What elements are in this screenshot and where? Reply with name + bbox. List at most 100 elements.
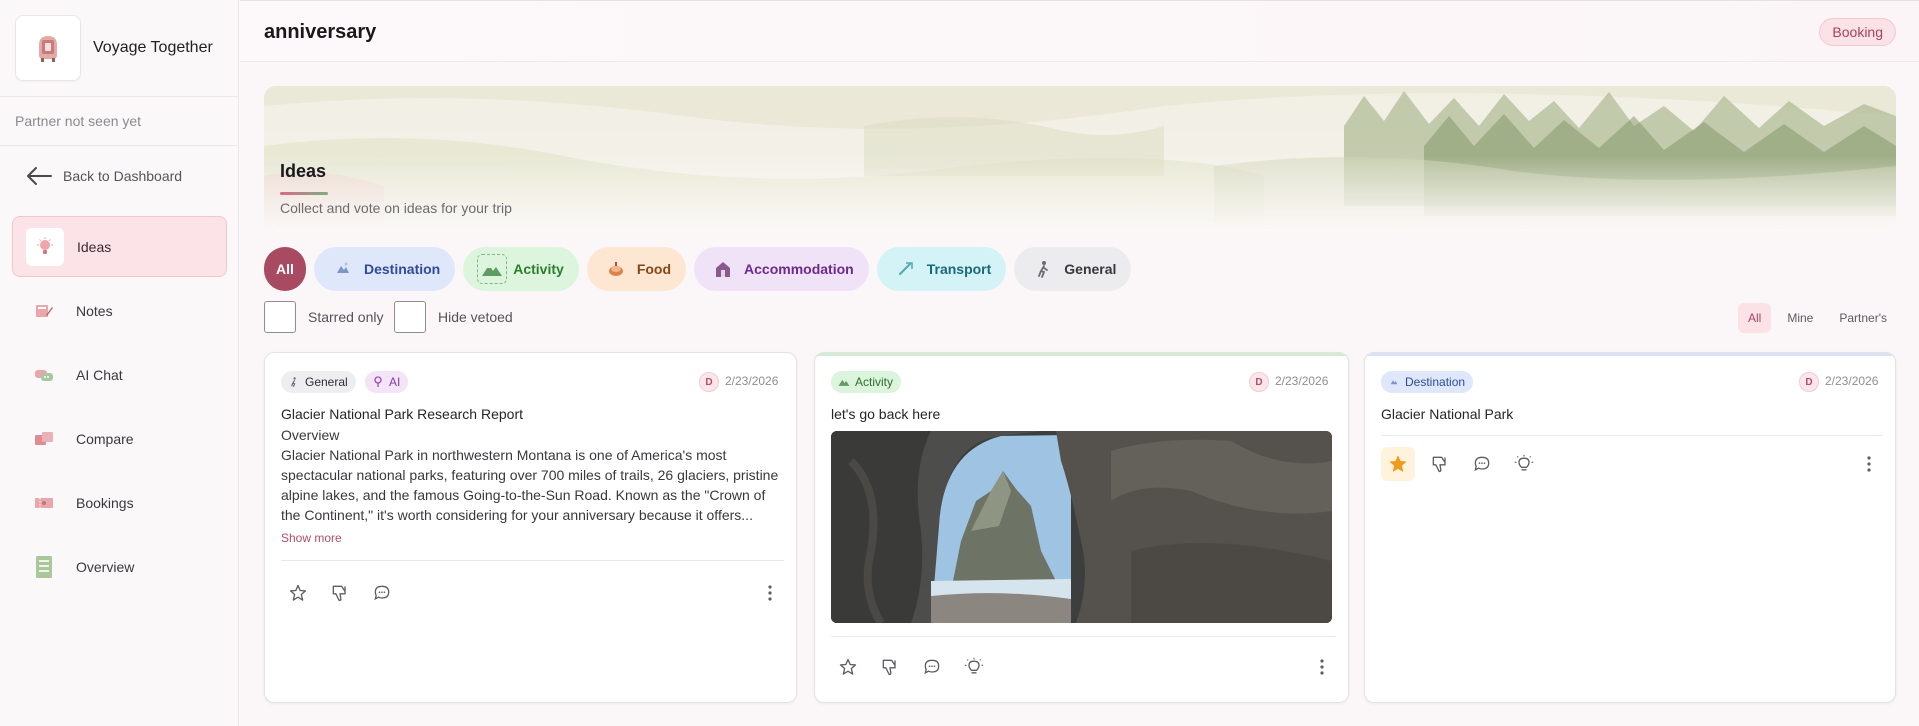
chip-label: General [1064,261,1117,277]
brand: Voyage Together [0,0,238,97]
avatar: D [699,372,719,392]
badge-label: AI [389,375,401,389]
comment-icon [1474,456,1490,472]
app-name: Voyage Together [93,39,213,56]
sidebar-item-label: AI Chat [76,366,123,383]
arrow-left-icon [27,167,52,185]
hiker-icon [287,375,301,389]
idea-lightbulb-button[interactable] [1507,447,1541,481]
category-filter-chips: All Destination Activity Food Accommodat… [264,247,1132,291]
section-subtitle: Collect and vote on ideas for your trip [280,200,512,216]
idea-lightbulb-button[interactable] [957,650,991,684]
hide-vetoed-checkbox[interactable]: Hide vetoed [394,301,513,333]
owner-filter-partners[interactable]: Partner's [1829,303,1897,333]
starred-only-checkbox[interactable]: Starred only [264,301,383,333]
card-actions [281,576,399,610]
sidebar: Voyage Together Partner not seen yet Bac… [0,0,239,726]
chip-label: Accommodation [744,261,854,277]
avatar: D [1249,372,1269,392]
sidebar-item-overview[interactable]: Overview [12,536,227,597]
star-button[interactable] [1381,447,1415,481]
idea-date: 2/23/2026 [1825,374,1879,388]
ideas-banner: Ideas Collect and vote on ideas for your… [264,86,1896,231]
divider [831,636,1336,637]
destination-icon [328,254,358,284]
section-title: Ideas [280,161,327,181]
partner-presence: Partner not seen yet [0,97,238,146]
filter-chip-accommodation[interactable]: Accommodation [694,247,869,291]
page-title: anniversary [264,21,377,43]
veto-button[interactable] [873,650,907,684]
comment-button[interactable] [915,650,949,684]
mountain-icon [477,254,508,284]
filter-chip-food[interactable]: Food [586,247,687,291]
idea-card[interactable]: General AI D 2/23/2026 Glacier National … [264,352,797,703]
more-options-icon[interactable] [758,576,782,610]
idea-body: Glacier National Park in northwestern Mo… [281,447,779,523]
checkbox-box[interactable] [394,301,426,333]
star-button[interactable] [281,576,315,610]
filter-chip-all[interactable]: All [264,247,306,291]
checkbox-label: Hide vetoed [438,309,513,325]
thumbs-down-icon [332,585,346,602]
chip-label: Food [636,261,672,277]
category-tag: General [281,371,356,393]
comment-icon [924,659,940,675]
tag-label: General [305,375,348,389]
lightbulb-icon [26,227,64,266]
house-icon [708,254,738,284]
booking-button[interactable]: Booking [1819,18,1896,46]
divider [1381,435,1883,436]
filter-chip-transport[interactable]: Transport [876,247,1007,291]
owner-filter-all[interactable]: All [1737,303,1772,333]
filter-chip-activity[interactable]: Activity [463,247,579,291]
thumbs-down-icon [1432,456,1446,473]
idea-card[interactable]: Destination D 2/23/2026 Glacier National… [1364,352,1896,703]
destination-icon [1387,375,1401,389]
comment-button[interactable] [365,576,399,610]
sidebar-item-label: Notes [76,302,113,319]
idea-title: Glacier National Park Research Report [281,406,523,422]
sidebar-item-label: Bookings [76,494,134,511]
checklist-icon [25,548,63,586]
sea-arch-image [831,431,1332,623]
checkbox-box[interactable] [264,301,296,333]
ticket-icon [25,484,63,522]
transport-icon [891,254,921,284]
veto-button[interactable] [1423,447,1457,481]
thumbs-down-icon [882,659,896,676]
checkbox-label: Starred only [308,309,384,325]
owner-filter: All Mine Partner's [1737,303,1897,333]
filter-chip-destination[interactable]: Destination [314,247,456,291]
hiker-icon [1028,254,1058,284]
star-button[interactable] [831,650,865,684]
more-options-icon[interactable] [1857,447,1881,481]
chat-bubbles-icon [25,356,63,394]
sidebar-item-ideas[interactable]: Ideas [12,216,227,277]
lightbulb-icon [1514,454,1534,471]
more-options-icon[interactable] [1310,650,1334,684]
notes-icon [25,292,63,330]
sidebar-item-label: Compare [76,430,134,447]
owner-filter-mine[interactable]: Mine [1777,303,1823,333]
idea-date: 2/23/2026 [1275,374,1329,388]
comment-icon [374,585,390,601]
filter-chip-general[interactable]: General [1014,247,1132,291]
back-to-dashboard-link[interactable]: Back to Dashboard [25,165,182,187]
comment-button[interactable] [1465,447,1499,481]
ai-badge: AI [365,371,409,393]
sidebar-item-ai-chat[interactable]: AI Chat [12,344,227,405]
back-link-label: Back to Dashboard [63,168,183,184]
sidebar-item-bookings[interactable]: Bookings [12,472,227,533]
lightbulb-icon [964,657,984,674]
sidebar-item-label: Ideas [77,238,112,255]
sidebar-item-notes[interactable]: Notes [12,280,227,341]
sidebar-item-compare[interactable]: Compare [12,408,227,469]
veto-button[interactable] [323,576,357,610]
idea-card[interactable]: Activity D 2/23/2026 let's go back here [814,352,1349,703]
title-underline [280,192,328,195]
chip-label: All [276,261,294,277]
app-logo[interactable] [15,15,81,81]
compare-icon [25,420,63,458]
show-more-link[interactable]: Show more [281,531,342,545]
